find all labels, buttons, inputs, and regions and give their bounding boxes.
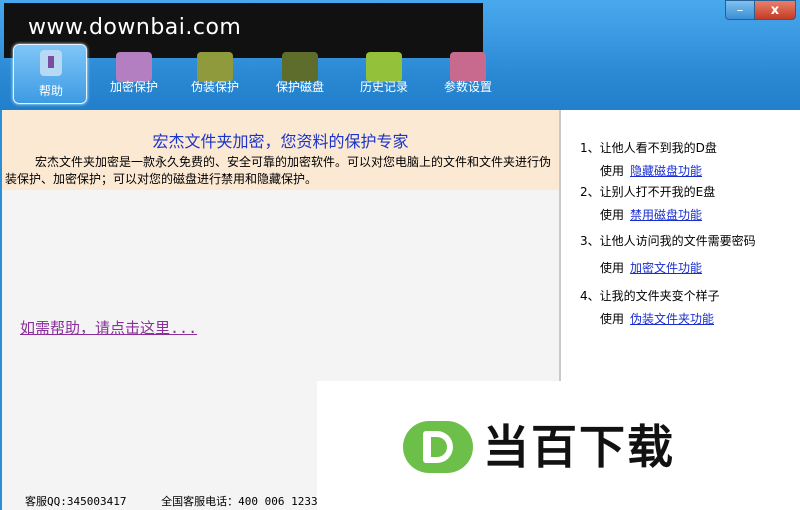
encrypt-file-link[interactable]: 加密文件功能 (630, 261, 702, 275)
help-icon (40, 50, 62, 76)
info-title: 宏杰文件夹加密，您资料的保护专家 (152, 132, 409, 151)
toolbar-item-settings[interactable]: 参数设置 (431, 44, 505, 104)
toolbar-item-disguise[interactable]: 伪装保护 (178, 44, 252, 104)
toolbar: www.downbai.com – x 帮助 加密保护 伪装保护 保护磁盘 历史… (0, 0, 800, 110)
logo-d-icon (403, 421, 473, 473)
tip-item: 4、让我的文件夹变个样子 使用 伪装文件夹功能 (580, 287, 720, 327)
support-qq: 客服QQ:345003417 (25, 495, 127, 508)
toolbar-item-encrypt[interactable]: 加密保护 (97, 44, 171, 104)
toolbar-label: 参数设置 (443, 80, 492, 94)
tip-use: 使用 (600, 164, 625, 178)
tip-question: 2、让别人打不开我的E盘 (580, 185, 716, 199)
tip-item: 1、让他人看不到我的D盘 使用 隐藏磁盘功能 (580, 139, 717, 179)
close-button[interactable]: x (754, 0, 796, 20)
support-phone: 全国客服电话：400 006 1233 (161, 495, 318, 508)
tip-question: 4、让我的文件夹变个样子 (580, 289, 720, 303)
toolbar-label: 历史记录 (359, 80, 408, 94)
info-box: 宏杰文件夹加密，您资料的保护专家 宏杰文件夹加密是一款永久免费的、安全可靠的加密… (2, 110, 559, 190)
logo-text: 当百下载 (483, 420, 675, 474)
toolbar-label: 加密保护 (109, 80, 158, 94)
disable-disk-link[interactable]: 禁用磁盘功能 (630, 208, 702, 222)
tip-question: 3、让他人访问我的文件需要密码 (580, 234, 756, 248)
toolbar-item-help[interactable]: 帮助 (13, 44, 87, 104)
tip-use: 使用 (600, 208, 625, 222)
toolbar-label: 帮助 (38, 84, 63, 98)
footer: 客服QQ:345003417 全国客服电话：400 006 1233 (25, 493, 346, 509)
info-description: 宏杰文件夹加密是一款永久免费的、安全可靠的加密软件。可以对您电脑上的文件和文件夹… (5, 155, 552, 186)
tip-item: 2、让别人打不开我的E盘 使用 禁用磁盘功能 (580, 183, 715, 223)
tip-use: 使用 (600, 312, 625, 326)
toolbar-item-history[interactable]: 历史记录 (347, 44, 421, 104)
minimize-button[interactable]: – (725, 0, 755, 20)
help-link[interactable]: 如需帮助，请点击这里... (20, 317, 197, 338)
toolbar-label: 伪装保护 (190, 80, 239, 94)
tip-item: 3、让他人访问我的文件需要密码 使用 加密文件功能 (580, 232, 756, 276)
site-logo: 当百下载 (317, 381, 800, 510)
disguise-folder-link[interactable]: 伪装文件夹功能 (630, 312, 714, 326)
tip-question: 1、让他人看不到我的D盘 (580, 141, 717, 155)
tip-use: 使用 (600, 261, 625, 275)
hide-disk-link[interactable]: 隐藏磁盘功能 (630, 164, 702, 178)
toolbar-label: 保护磁盘 (275, 80, 324, 94)
toolbar-item-protect-disk[interactable]: 保护磁盘 (263, 44, 337, 104)
